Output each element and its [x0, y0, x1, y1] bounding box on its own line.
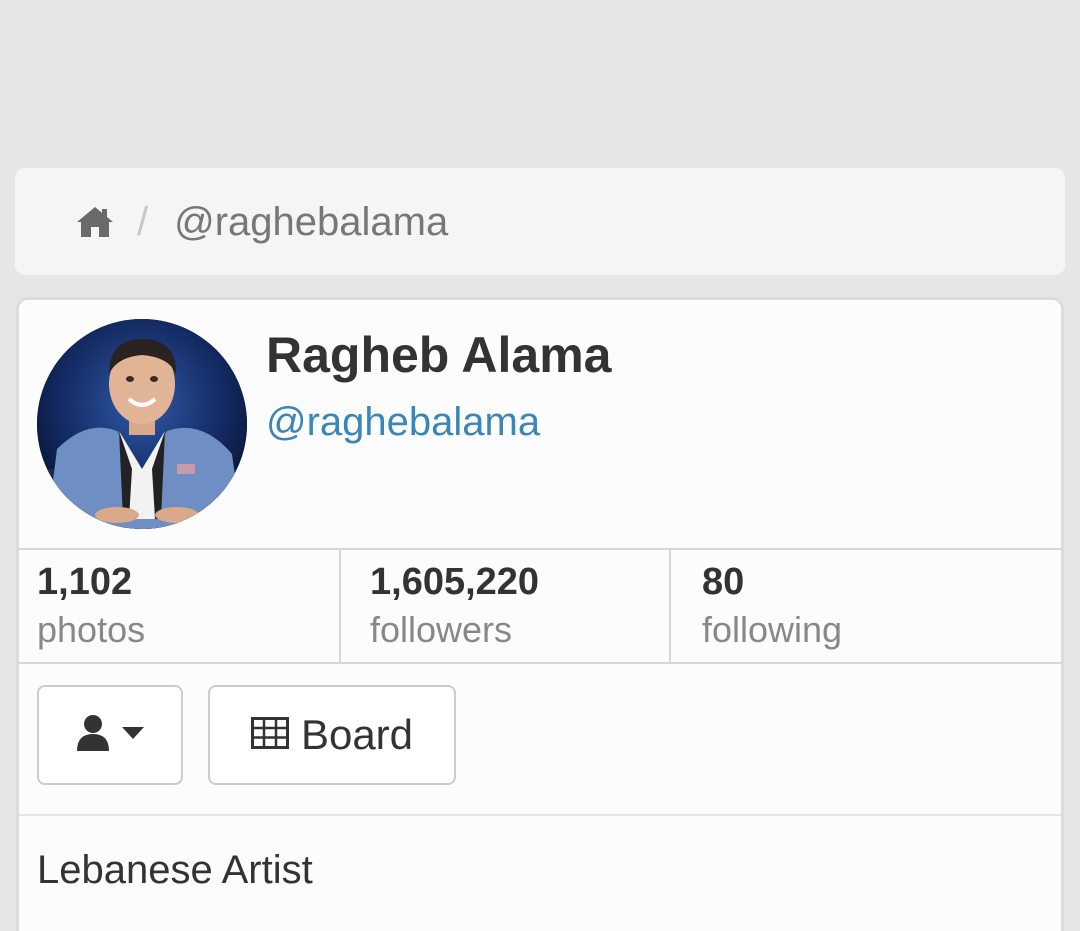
- table-icon: [250, 711, 289, 759]
- stat-followers[interactable]: 1,605,220 followers: [339, 550, 669, 662]
- stat-label: following: [702, 609, 843, 650]
- user-icon: [75, 714, 111, 757]
- stat-following[interactable]: 80 following: [669, 550, 1061, 662]
- breadcrumb-current: @raghebalama: [174, 199, 449, 244]
- profile-actions: Board: [19, 664, 1061, 816]
- board-button[interactable]: Board: [208, 685, 456, 785]
- board-label: Board: [300, 711, 414, 758]
- caret-down-icon: [121, 726, 145, 745]
- stat-value: 1,605,220: [370, 561, 540, 603]
- home-icon[interactable]: [75, 204, 115, 240]
- breadcrumb: / @raghebalama: [15, 168, 1065, 275]
- stat-label: photos: [37, 609, 146, 650]
- profile-header: Ragheb Alama @raghebalama: [19, 300, 1061, 548]
- user-menu-button[interactable]: [37, 685, 183, 785]
- stat-value: 1,102: [37, 561, 133, 603]
- profile-handle-link[interactable]: @raghebalama: [266, 400, 540, 444]
- breadcrumb-separator: /: [137, 199, 149, 244]
- profile-bio: Lebanese Artist: [37, 848, 313, 892]
- avatar: [37, 319, 247, 529]
- profile-card: Ragheb Alama @raghebalama 1,102 photos 1…: [16, 297, 1064, 931]
- page: / @raghebalama Ragheb Alama @raghebalama…: [0, 0, 1080, 931]
- stat-label: followers: [370, 609, 513, 650]
- stat-photos[interactable]: 1,102 photos: [19, 550, 339, 662]
- profile-name: Ragheb Alama: [266, 327, 612, 383]
- stat-value: 80: [702, 561, 745, 603]
- stats-bar: 1,102 photos 1,605,220 followers 80 foll…: [19, 548, 1061, 664]
